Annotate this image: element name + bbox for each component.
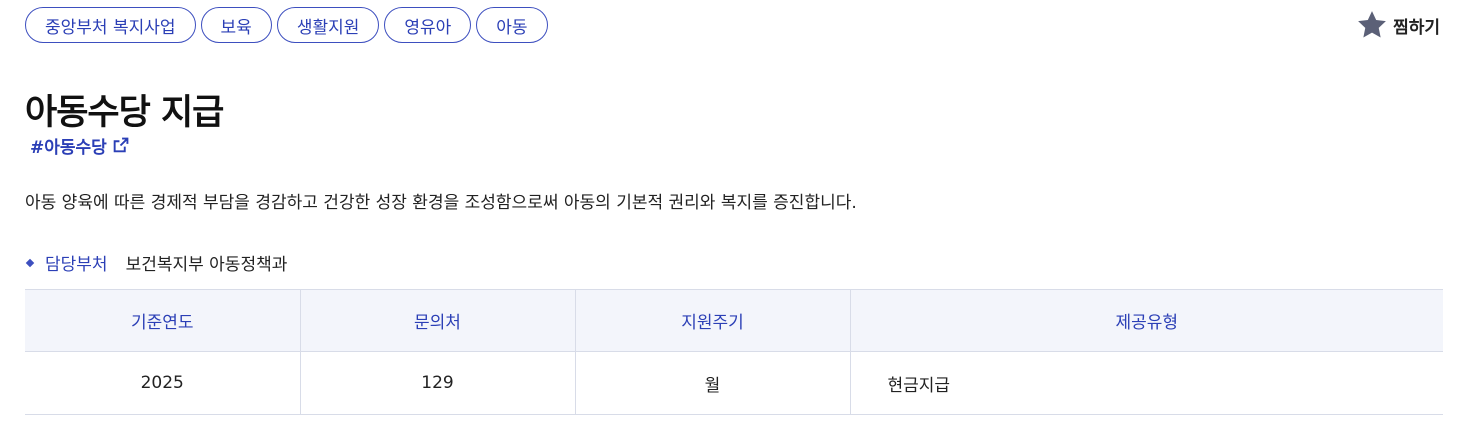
description: 아동 양육에 따른 경제적 부담을 경감하고 건강한 성장 환경을 조성함으로써… <box>25 193 857 213</box>
diamond-bullet-icon <box>25 258 35 267</box>
hashtag-label: #아동수당 <box>30 138 107 158</box>
tag-child[interactable]: 아동 <box>476 7 548 43</box>
department-info: 담당부처 보건복지부 아동정책과 <box>25 250 287 275</box>
cell-provision-type: 현금지급 <box>850 351 1443 415</box>
external-link-icon <box>112 137 129 154</box>
tag-infant[interactable]: 영유아 <box>384 7 472 43</box>
favorite-button[interactable]: 찜하기 <box>1355 8 1440 42</box>
header-support-cycle: 지원주기 <box>575 289 851 352</box>
favorite-label: 찜하기 <box>1393 17 1440 38</box>
info-table: 기준연도 문의처 지원주기 제공유형 2025 129 월 현금지급 <box>25 289 1443 415</box>
cell-support-cycle: 월 <box>575 351 851 415</box>
hashtag-link[interactable]: #아동수당 <box>30 133 129 158</box>
department-label: 담당부처 <box>45 255 108 275</box>
page-title: 아동수당 지급 <box>25 93 224 133</box>
header-base-year: 기준연도 <box>25 289 301 352</box>
header-contact: 문의처 <box>300 289 576 352</box>
tag-living-support[interactable]: 생활지원 <box>276 7 380 43</box>
star-icon <box>1355 8 1389 42</box>
table-header-row: 기준연도 문의처 지원주기 제공유형 <box>25 289 1443 352</box>
table-row: 2025 129 월 현금지급 <box>25 351 1443 415</box>
tag-central-welfare[interactable]: 중앙부처 복지사업 <box>25 7 196 43</box>
cell-base-year: 2025 <box>25 351 301 415</box>
cell-contact: 129 <box>300 351 576 415</box>
header-provision-type: 제공유형 <box>850 289 1443 352</box>
department-value: 보건복지부 아동정책과 <box>125 255 288 275</box>
tag-childcare[interactable]: 보육 <box>200 7 272 43</box>
category-tags: 중앙부처 복지사업 보육 생활지원 영유아 아동 <box>25 7 548 43</box>
